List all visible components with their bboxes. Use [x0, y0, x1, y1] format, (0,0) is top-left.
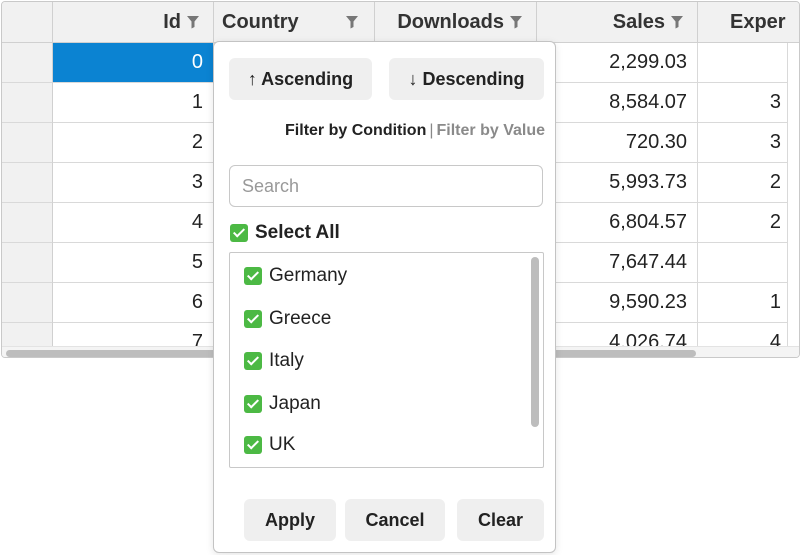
- cell-exper[interactable]: [698, 243, 788, 283]
- cell-id[interactable]: 2: [53, 123, 214, 163]
- cell-id[interactable]: 5: [53, 243, 214, 283]
- cell-exper[interactable]: 3: [698, 123, 788, 163]
- column-header-exper[interactable]: Exper: [698, 2, 799, 43]
- column-header-label: Country: [222, 10, 299, 33]
- column-header-country[interactable]: Country: [214, 2, 375, 43]
- search-input[interactable]: [229, 165, 543, 207]
- cell-id[interactable]: 1: [53, 83, 214, 123]
- clear-button[interactable]: Clear: [457, 499, 544, 541]
- column-header-id[interactable]: Id: [53, 2, 214, 43]
- list-item-label: Italy: [269, 350, 304, 371]
- filter-icon[interactable]: [510, 15, 522, 29]
- filter-icon[interactable]: [187, 15, 199, 29]
- cell-sales[interactable]: 6,804.57: [537, 203, 698, 243]
- list-item-label: Greece: [269, 308, 332, 329]
- tab-filter-by-value[interactable]: Filter by Value: [437, 122, 545, 139]
- sort-descending-button[interactable]: ↓ Descending: [389, 58, 544, 100]
- checkbox-checked-icon[interactable]: [244, 352, 262, 370]
- cell-id[interactable]: 0: [53, 43, 214, 83]
- cell-exper[interactable]: 2: [698, 203, 788, 243]
- vertical-scrollbar[interactable]: [531, 257, 539, 427]
- cell-exper[interactable]: [698, 43, 788, 83]
- filter-icon[interactable]: [671, 15, 683, 29]
- cell-sales[interactable]: 720.30: [537, 123, 698, 163]
- cell-id[interactable]: 4: [53, 203, 214, 243]
- cell-sales[interactable]: 7,647.44: [537, 243, 698, 283]
- tab-filter-by-condition[interactable]: Filter by Condition: [285, 122, 426, 139]
- row-header[interactable]: [2, 83, 53, 123]
- filter-dropdown-menu: ↑ Ascending ↓ Descending Filter by Condi…: [213, 41, 556, 553]
- cell-sales[interactable]: 2,299.03: [537, 43, 698, 83]
- row-header[interactable]: [2, 43, 53, 83]
- row-header[interactable]: [2, 163, 53, 203]
- filter-tabs: Filter by Condition | Filter by Value: [230, 122, 545, 140]
- list-item-label: Japan: [269, 393, 321, 414]
- sort-ascending-button[interactable]: ↑ Ascending: [229, 58, 372, 100]
- list-item-japan[interactable]: Japan: [244, 391, 321, 417]
- select-all-label: Select All: [255, 222, 340, 243]
- column-header-label: Downloads: [397, 10, 504, 33]
- cell-sales[interactable]: 8,584.07: [537, 83, 698, 123]
- cell-sales[interactable]: 9,590.23: [537, 283, 698, 323]
- cell-exper[interactable]: 1: [698, 283, 788, 323]
- tab-separator: |: [429, 122, 434, 139]
- row-header[interactable]: [2, 123, 53, 163]
- filter-icon[interactable]: [346, 15, 358, 29]
- column-header-label: Exper: [730, 10, 786, 33]
- row-header[interactable]: [2, 283, 53, 323]
- list-item-italy[interactable]: Italy: [244, 348, 304, 374]
- row-header[interactable]: [2, 243, 53, 283]
- checkbox-checked-icon[interactable]: [230, 224, 248, 242]
- checkbox-checked-icon[interactable]: [244, 310, 262, 328]
- list-item-germany[interactable]: Germany: [244, 263, 347, 289]
- column-header-label: Sales: [612, 10, 665, 33]
- cell-sales[interactable]: 5,993.73: [537, 163, 698, 203]
- row-header[interactable]: [2, 203, 53, 243]
- checkbox-checked-icon[interactable]: [244, 395, 262, 413]
- cell-exper[interactable]: 2: [698, 163, 788, 203]
- filter-values-list: Germany Greece Italy Japan UK: [229, 252, 544, 468]
- list-item-label: UK: [269, 434, 296, 455]
- cell-id[interactable]: 3: [53, 163, 214, 203]
- list-item-uk[interactable]: UK: [244, 432, 295, 458]
- list-item-greece[interactable]: Greece: [244, 306, 331, 332]
- corner-header: [2, 2, 53, 43]
- column-header-downloads[interactable]: Downloads: [375, 2, 537, 43]
- list-item-label: Germany: [269, 265, 348, 286]
- checkbox-checked-icon[interactable]: [244, 436, 262, 454]
- cancel-button[interactable]: Cancel: [345, 499, 445, 541]
- checkbox-checked-icon[interactable]: [244, 267, 262, 285]
- cell-exper[interactable]: 3: [698, 83, 788, 123]
- column-header-label: Id: [163, 10, 181, 33]
- apply-button[interactable]: Apply: [244, 499, 336, 541]
- select-all-checkbox[interactable]: Select All: [230, 220, 340, 246]
- column-header-sales[interactable]: Sales: [537, 2, 698, 43]
- cell-id[interactable]: 6: [53, 283, 214, 323]
